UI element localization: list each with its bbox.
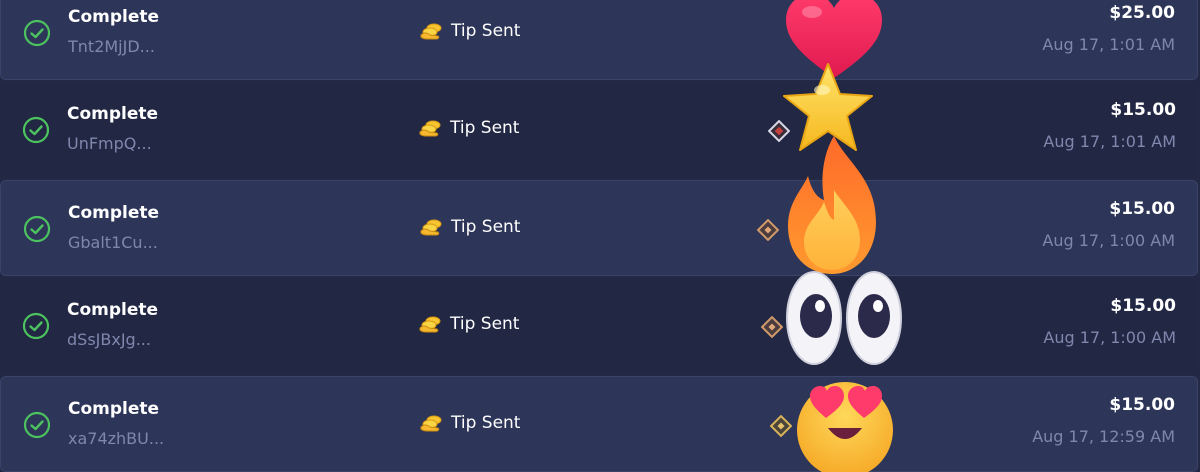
transaction-date: Aug 17, 1:01 AM [1042, 35, 1175, 54]
transaction-type-label: Tip Sent [451, 413, 521, 433]
heart-eyes-emoji [797, 382, 893, 472]
status-label: Complete [68, 203, 160, 223]
coins-hand-icon [419, 120, 441, 137]
coins-hand-icon [420, 219, 442, 236]
check-circle-icon [22, 312, 50, 340]
status-label: Complete [67, 300, 159, 320]
transaction-type: Tip Sent [418, 314, 519, 334]
transaction-id[interactable]: xa74zhBU... [68, 429, 164, 448]
transaction-row[interactable]: Complete UnFmpQ... Tip Sent $15.00 Aug 1… [0, 82, 1198, 178]
diamond-badge-icon [761, 316, 783, 338]
transaction-date: Aug 17, 12:59 AM [1032, 427, 1175, 446]
transaction-date: Aug 17, 1:01 AM [1043, 132, 1176, 151]
transaction-row[interactable]: Complete Gbalt1Cu... Tip Sent $15.00 Aug… [0, 180, 1198, 276]
transaction-type-label: Tip Sent [450, 314, 520, 334]
diamond-badge-icon [757, 219, 779, 241]
fire-emoji [788, 136, 876, 274]
transaction-amount: $25.00 [1109, 3, 1175, 23]
transaction-type: Tip Sent [419, 217, 520, 237]
transaction-date: Aug 17, 1:00 AM [1043, 328, 1176, 347]
transaction-type: Tip Sent [418, 118, 519, 138]
check-circle-icon [23, 215, 51, 243]
transaction-row[interactable]: Complete dSsJBxJg... Tip Sent $15.00 Aug… [0, 278, 1198, 374]
transaction-row[interactable]: Complete xa74zhBU... Tip Sent $15.00 Aug… [0, 376, 1198, 472]
transaction-id[interactable]: UnFmpQ... [67, 134, 152, 153]
coins-hand-icon [420, 415, 442, 432]
transaction-type-label: Tip Sent [450, 118, 520, 138]
status-label: Complete [68, 399, 160, 419]
transaction-type: Tip Sent [419, 21, 520, 41]
diamond-badge-icon [770, 415, 792, 437]
check-circle-icon [23, 19, 51, 47]
transaction-amount: $15.00 [1109, 395, 1175, 415]
transaction-amount: $15.00 [1110, 100, 1176, 120]
coins-hand-icon [420, 23, 442, 40]
transaction-type-label: Tip Sent [451, 21, 521, 41]
transaction-date: Aug 17, 1:00 AM [1042, 231, 1175, 250]
check-circle-icon [22, 116, 50, 144]
transaction-id[interactable]: Tnt2MjJD... [68, 37, 155, 56]
transaction-amount: $15.00 [1110, 296, 1176, 316]
transaction-id[interactable]: Gbalt1Cu... [68, 233, 158, 252]
transaction-type: Tip Sent [419, 413, 520, 433]
status-label: Complete [67, 104, 159, 124]
transaction-id[interactable]: dSsJBxJg... [67, 330, 151, 349]
eyes-emoji [786, 271, 902, 365]
check-circle-icon [23, 411, 51, 439]
transaction-row[interactable]: Complete Tnt2MjJD... Tip Sent $25.00 Aug… [0, 0, 1198, 80]
status-label: Complete [68, 7, 160, 27]
transaction-amount: $15.00 [1109, 199, 1175, 219]
coins-hand-icon [419, 316, 441, 333]
transaction-type-label: Tip Sent [451, 217, 521, 237]
